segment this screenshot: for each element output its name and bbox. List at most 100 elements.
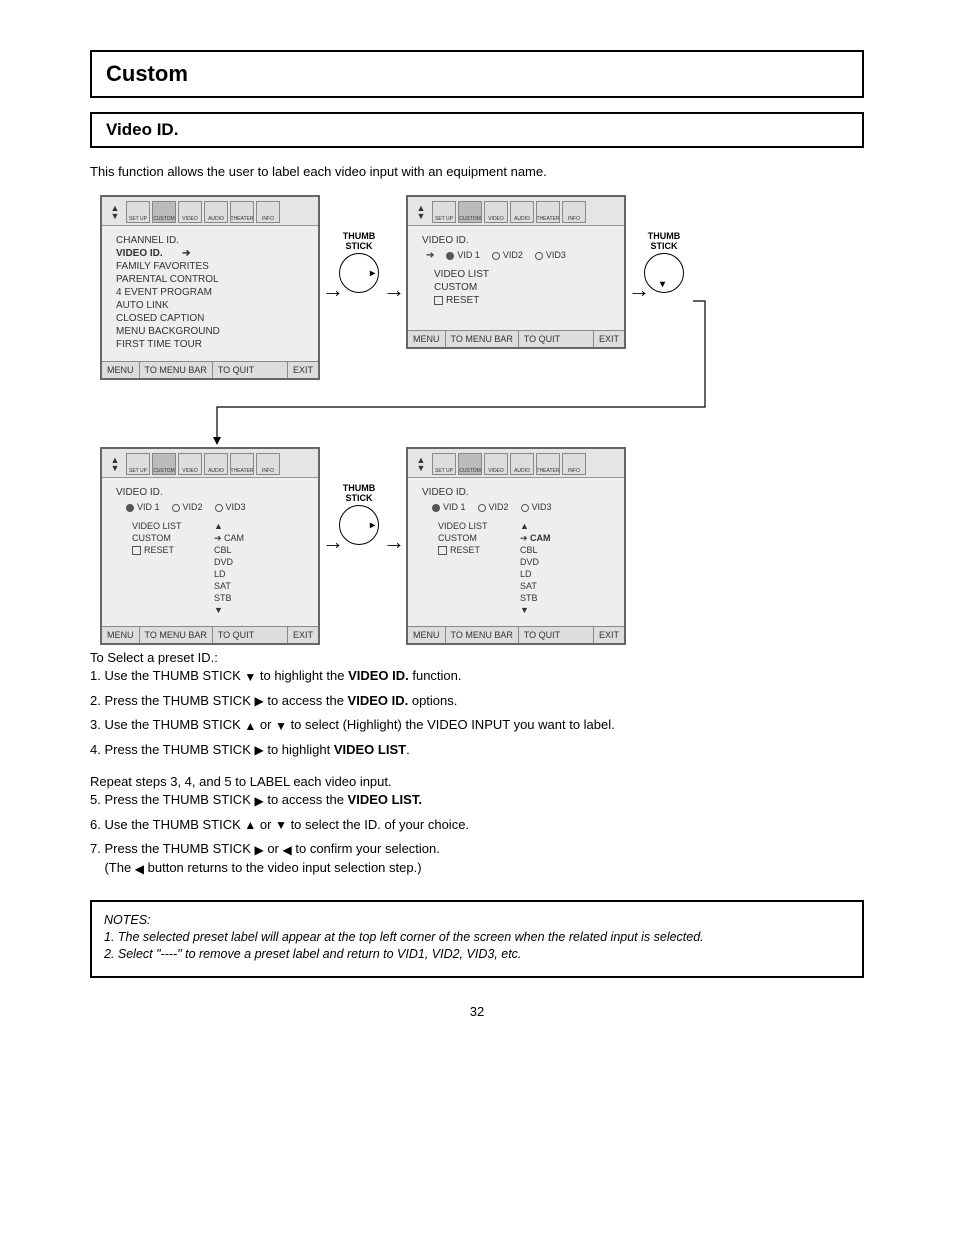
intro-text: This function allows the user to label e… — [90, 164, 864, 179]
note-line-1: 1. The selected preset label will appear… — [104, 930, 704, 944]
subsection-title: Video ID. — [90, 112, 864, 148]
step-3: 3. Use the THUMB STICK ▲ or ▼ to select … — [90, 716, 864, 735]
radio-vid2: VID2 — [172, 501, 203, 514]
left-triangle-icon: ◀ — [283, 841, 292, 859]
video-id-header: VIDEO ID. — [422, 234, 614, 247]
footer-menubar: TO MENU BAR — [140, 362, 213, 378]
repeat-heading: Repeat steps 3, 4, and 5 to LABEL each v… — [90, 773, 864, 791]
step-1: 1. Use the THUMB STICK ▼ to highlight th… — [90, 667, 864, 686]
icon-video: VIDEO — [484, 201, 508, 223]
menu-screen-3: ▲▼ SET UP CUSTOM VIDEO AUDIO THEATER INF… — [100, 447, 320, 645]
icon-bar: ▲▼ SET UP CUSTOM VIDEO AUDIO THEATER INF… — [408, 449, 624, 478]
nav-arrows-icon: ▲▼ — [106, 201, 124, 223]
icon-theater: THEATER — [230, 201, 254, 223]
thumb-text: THUMBSTICK — [337, 483, 381, 503]
thumb-text: THUMBSTICK — [337, 231, 381, 251]
notes-heading: NOTES: — [104, 913, 151, 927]
footer-menu: MENU — [102, 627, 140, 643]
radio-vid1: VID 1 — [126, 501, 160, 514]
instructions: To Select a preset ID.: 1. Use the THUMB… — [90, 649, 864, 878]
icon-video: VIDEO — [484, 453, 508, 475]
step-5: 5. Press the THUMB STICK ▶ to access the… — [90, 791, 864, 810]
down-triangle-icon: ▼ — [275, 816, 287, 834]
icon-custom: CUSTOM — [152, 453, 176, 475]
icon-info: INFO — [256, 453, 280, 475]
icon-bar: ▲▼ SET UP CUSTOM VIDEO AUDIO THEATER INF… — [102, 197, 318, 226]
video-id-header: VIDEO ID. — [422, 486, 614, 499]
nav-arrows-icon: ▲▼ — [106, 453, 124, 475]
footer-quit: TO QUIT — [213, 627, 288, 643]
icon-setup: SET UP — [126, 201, 150, 223]
radio-vid3: VID3 — [535, 249, 566, 262]
icon-info: INFO — [562, 201, 586, 223]
list-item: DVD — [520, 556, 551, 568]
footer-exit: EXIT — [594, 627, 624, 643]
note-line-2: 2. Select "----" to remove a preset labe… — [104, 947, 521, 961]
list-item: LD — [214, 568, 244, 580]
icon-theater: THEATER — [536, 453, 560, 475]
icon-video: VIDEO — [178, 201, 202, 223]
radio-row: VID 1 VID2 VID3 — [126, 501, 308, 514]
step-2: 2. Press the THUMB STICK ▶ to access the… — [90, 692, 864, 711]
radio-vid2: VID2 — [478, 501, 509, 514]
list-item: STB — [520, 592, 551, 604]
reset-label: RESET — [438, 544, 512, 556]
radio-row: ➔ VID 1 VID2 VID3 — [426, 249, 614, 262]
icon-info: INFO — [562, 453, 586, 475]
right-triangle-icon: ▶ — [254, 792, 263, 810]
icon-bar: ▲▼ SET UP CUSTOM VIDEO AUDIO THEATER INF… — [102, 449, 318, 478]
down-triangle-icon: ▼ — [275, 717, 287, 735]
flow-connector-icon — [205, 299, 715, 449]
menu-screen-4: ▲▼ SET UP CUSTOM VIDEO AUDIO THEATER INF… — [406, 447, 626, 645]
footer-quit: TO QUIT — [519, 627, 594, 643]
footer-exit: EXIT — [288, 627, 318, 643]
list-item-selected: ➔ CAM — [520, 532, 551, 544]
radio-vid2: VID2 — [492, 249, 523, 262]
radio-vid1: VID 1 — [432, 501, 466, 514]
custom-label: CUSTOM — [438, 532, 512, 544]
icon-custom: CUSTOM — [152, 201, 176, 223]
up-triangle-icon: ▲ — [244, 717, 256, 735]
up-triangle-icon: ▲ — [244, 816, 256, 834]
icon-setup: SET UP — [432, 201, 456, 223]
menu-footer: MENU TO MENU BAR TO QUIT EXIT — [102, 626, 318, 643]
instructions-heading: To Select a preset ID.: — [90, 649, 864, 667]
list-item: CBL — [520, 544, 551, 556]
icon-audio: AUDIO — [204, 201, 228, 223]
video-id-header: VIDEO ID. — [116, 486, 308, 499]
radio-vid1: VID 1 — [446, 249, 480, 262]
icon-custom: CUSTOM — [458, 201, 482, 223]
down-arrow-icon: ▼ — [214, 604, 244, 616]
icon-audio: AUDIO — [204, 453, 228, 475]
radio-vid3: VID3 — [215, 501, 246, 514]
icon-bar: ▲▼ SET UP CUSTOM VIDEO AUDIO THEATER INF… — [408, 197, 624, 226]
list-item: STB — [214, 592, 244, 604]
reset-label: RESET — [132, 544, 206, 556]
down-triangle-icon: ▼ — [244, 668, 256, 686]
list-item: DVD — [214, 556, 244, 568]
flow-arrow-icon: → — [383, 529, 405, 555]
list-item: LD — [520, 568, 551, 580]
notes-box: NOTES: 1. The selected preset label will… — [90, 900, 864, 978]
down-arrow-icon: ▼ — [520, 604, 551, 616]
icon-custom: CUSTOM — [458, 453, 482, 475]
video-list-label: VIDEO LIST — [132, 520, 206, 532]
nav-arrows-icon: ▲▼ — [412, 453, 430, 475]
radio-row: VID 1 VID2 VID3 — [432, 501, 614, 514]
icon-audio: AUDIO — [510, 453, 534, 475]
footer-menu: MENU — [102, 362, 140, 378]
menu-item: PARENTAL CONTROL — [116, 273, 308, 286]
list-item: SAT — [214, 580, 244, 592]
right-triangle-icon: ▶ — [254, 841, 263, 859]
menu-item-selected: VIDEO ID. ➔ — [116, 247, 308, 260]
up-arrow-icon: ▲ — [214, 520, 244, 532]
step-6: 6. Use the THUMB STICK ▲ or ▼ to select … — [90, 816, 864, 835]
menu-body: VIDEO ID. VID 1 VID2 VID3 VIDEO LIST CUS… — [102, 478, 318, 626]
step-7: 7. Press the THUMB STICK ▶ or ◀ to confi… — [90, 840, 864, 877]
list-item: ➔ CAM — [214, 532, 244, 544]
list-item: SAT — [520, 580, 551, 592]
right-triangle-icon: ▶ — [254, 741, 263, 759]
list-item: CBL — [214, 544, 244, 556]
thumb-circle-icon: ▸ — [339, 505, 379, 545]
flow-diagram: ▲▼ SET UP CUSTOM VIDEO AUDIO THEATER INF… — [90, 189, 864, 649]
